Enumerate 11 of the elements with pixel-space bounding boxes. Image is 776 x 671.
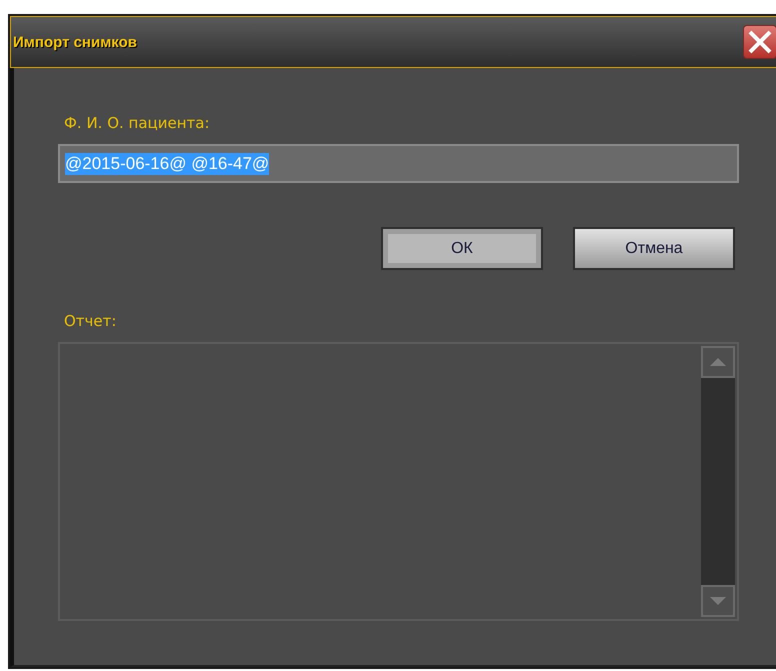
report-label: Отчет:: [64, 312, 116, 330]
ok-button[interactable]: ОК: [381, 227, 543, 270]
report-area[interactable]: [58, 342, 739, 621]
close-button[interactable]: [743, 25, 776, 59]
up-arrow-icon[interactable]: [710, 358, 726, 366]
scrollbar[interactable]: [701, 346, 735, 617]
field-label: Ф. И. О. пациента:: [64, 114, 210, 132]
cancel-button[interactable]: Отмена: [573, 227, 735, 270]
window-title: Импорт снимков: [13, 34, 137, 50]
close-icon: [747, 29, 773, 55]
down-arrow-icon[interactable]: [710, 597, 726, 605]
